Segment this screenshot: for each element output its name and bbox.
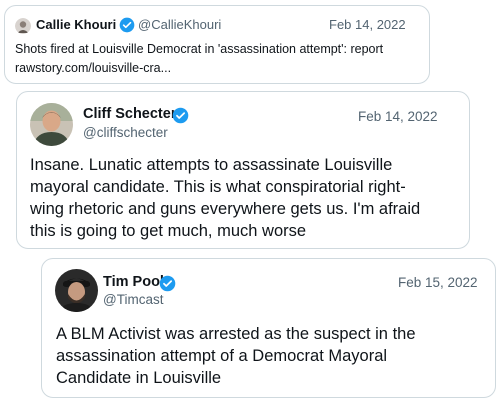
tweet-text: A BLM Activist was arrested as the suspe…: [56, 323, 486, 389]
tweet-link[interactable]: rawstory.com/louisville-cra...: [15, 59, 421, 78]
author-handle[interactable]: @CallieKhouri: [138, 17, 221, 32]
author-handle[interactable]: @Timcast: [103, 292, 163, 307]
author-name[interactable]: Cliff Schecter: [83, 106, 176, 122]
tweet-text-line: Candidate in Louisville: [56, 369, 222, 387]
verified-badge-icon: [172, 107, 189, 124]
avatar[interactable]: [30, 103, 73, 146]
tweet-card-tim-pool[interactable]: Tim Pool @Timcast Feb 15, 2022 A BLM Act…: [41, 258, 496, 398]
tweet-date[interactable]: Feb 14, 2022: [329, 17, 406, 32]
avatar[interactable]: [15, 18, 31, 34]
tweet-text-line: Insane. Lunatic attempts to assassinate …: [30, 156, 393, 174]
tweet-text-line: A BLM Activist was arrested as the suspe…: [56, 325, 416, 343]
tweet-text-line: assassination attempt of a Democrat Mayo…: [56, 347, 388, 365]
verified-badge-icon: [119, 17, 135, 33]
author-name[interactable]: Callie Khouri: [36, 17, 116, 32]
tweet-text-line: wing rhetoric and guns everywhere gets u…: [30, 200, 421, 218]
author-name[interactable]: Tim Pool: [103, 274, 164, 290]
tweet-text-line: Shots fired at Louisville Democrat in 'a…: [15, 42, 384, 56]
verified-badge-icon: [159, 275, 176, 292]
avatar[interactable]: [55, 269, 98, 312]
tweet-card-cliff-schecter[interactable]: Cliff Schecter @cliffschecter Feb 14, 20…: [16, 91, 470, 249]
tweet-date[interactable]: Feb 15, 2022: [398, 275, 478, 290]
tweet-text: Shots fired at Louisville Democrat in 'a…: [15, 40, 421, 78]
tweet-card-callie-khouri[interactable]: Callie Khouri @CallieKhouri Feb 14, 2022…: [4, 5, 430, 84]
tweet-text: Insane. Lunatic attempts to assassinate …: [30, 154, 460, 242]
tweet-text-line: this is going to get much, much worse: [30, 222, 307, 240]
tweet-date[interactable]: Feb 14, 2022: [358, 109, 438, 124]
author-handle[interactable]: @cliffschecter: [83, 125, 168, 140]
tweet-text-line: mayoral candidate. This is what conspira…: [30, 178, 406, 196]
